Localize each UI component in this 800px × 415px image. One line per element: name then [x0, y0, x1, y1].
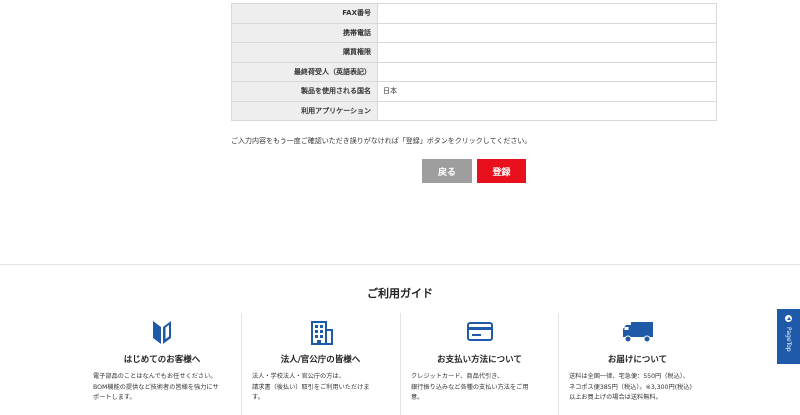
page-top-button[interactable]: PageTop [777, 309, 800, 364]
page-top-label: PageTop [785, 327, 792, 352]
arrow-up-icon [785, 315, 792, 322]
table-row: 最終荷受人（英語表記） [231, 61, 717, 82]
guide-item-title: 法人/官公庁の皆様へ [280, 355, 361, 365]
confirmation-notice: ご入力内容をもう一度ご確認いただき誤りがなければ「登録」ボタンをクリックしてくだ… [231, 137, 532, 145]
guide-item-corporate[interactable]: 法人/官公庁の皆様へ 法人・学校法人・官公庁の方は、 請求書（後払い）取引をご利… [241, 313, 399, 415]
row-value [377, 61, 717, 82]
register-button[interactable]: 登録 [477, 159, 526, 183]
row-value [377, 100, 717, 121]
guide-item-title: お支払い方法について [437, 355, 522, 365]
table-row: 利用アプリケーション [231, 100, 717, 121]
guide-item-first-time[interactable]: はじめてのお客様へ 電子部品のことはなんでもお任せください。 BOM機能の提供な… [83, 313, 241, 415]
row-value: 日本 [377, 81, 717, 102]
delivery-truck-icon [559, 319, 716, 345]
guide-item-description: 送料は全国一律、宅急便：550円（税込）、 ネコポス便385円（税込）。※3,3… [569, 373, 692, 401]
table-row: FAX番号 [231, 3, 717, 24]
row-label: 製品を使用される国名 [231, 81, 378, 102]
guide-item-title: お届けについて [607, 355, 668, 365]
guide-item-delivery[interactable]: お届けについて 送料は全国一律、宅急便：550円（税込）、 ネコポス便385円（… [558, 313, 716, 415]
usage-guide: ご利用ガイド はじめてのお客様へ 電子部品のことはなんでもお任せください。 BO… [0, 264, 800, 415]
row-value [377, 42, 717, 63]
row-label: 携帯電話 [231, 22, 378, 43]
back-button[interactable]: 戻る [422, 159, 472, 183]
guide-title: ご利用ガイド [367, 287, 433, 300]
table-row: 携帯電話 [231, 22, 717, 43]
table-row: 購買権限 [231, 42, 717, 63]
credit-card-icon [401, 319, 558, 345]
beginner-mark-icon [83, 319, 241, 345]
row-label: 利用アプリケーション [231, 100, 378, 121]
building-icon [242, 319, 399, 345]
row-value [377, 3, 717, 24]
row-value [377, 22, 717, 43]
row-label: 最終荷受人（英語表記） [231, 61, 378, 82]
guide-item-title: はじめてのお客様へ [123, 355, 201, 365]
confirmation-table: FAX番号 携帯電話 購買権限 最終荷受人（英語表記） 製品を使用される国名 日… [231, 3, 717, 121]
row-label: FAX番号 [231, 3, 378, 24]
guide-item-description: 法人・学校法人・官公庁の方は、 請求書（後払い）取引をご利用いただけま す。 [252, 373, 370, 401]
guide-item-description: クレジットカード、商品代引き、 銀行振り込みなど各種の支払い方法をご用 意。 [411, 373, 529, 401]
table-row: 製品を使用される国名 日本 [231, 81, 717, 102]
row-label: 購買権限 [231, 42, 378, 63]
guide-item-payment[interactable]: お支払い方法について クレジットカード、商品代引き、 銀行振り込みなど各種の支払… [400, 313, 558, 415]
guide-item-description: 電子部品のことはなんでもお任せください。 BOM機能の提供など技術者の皆様を強力… [93, 373, 219, 401]
